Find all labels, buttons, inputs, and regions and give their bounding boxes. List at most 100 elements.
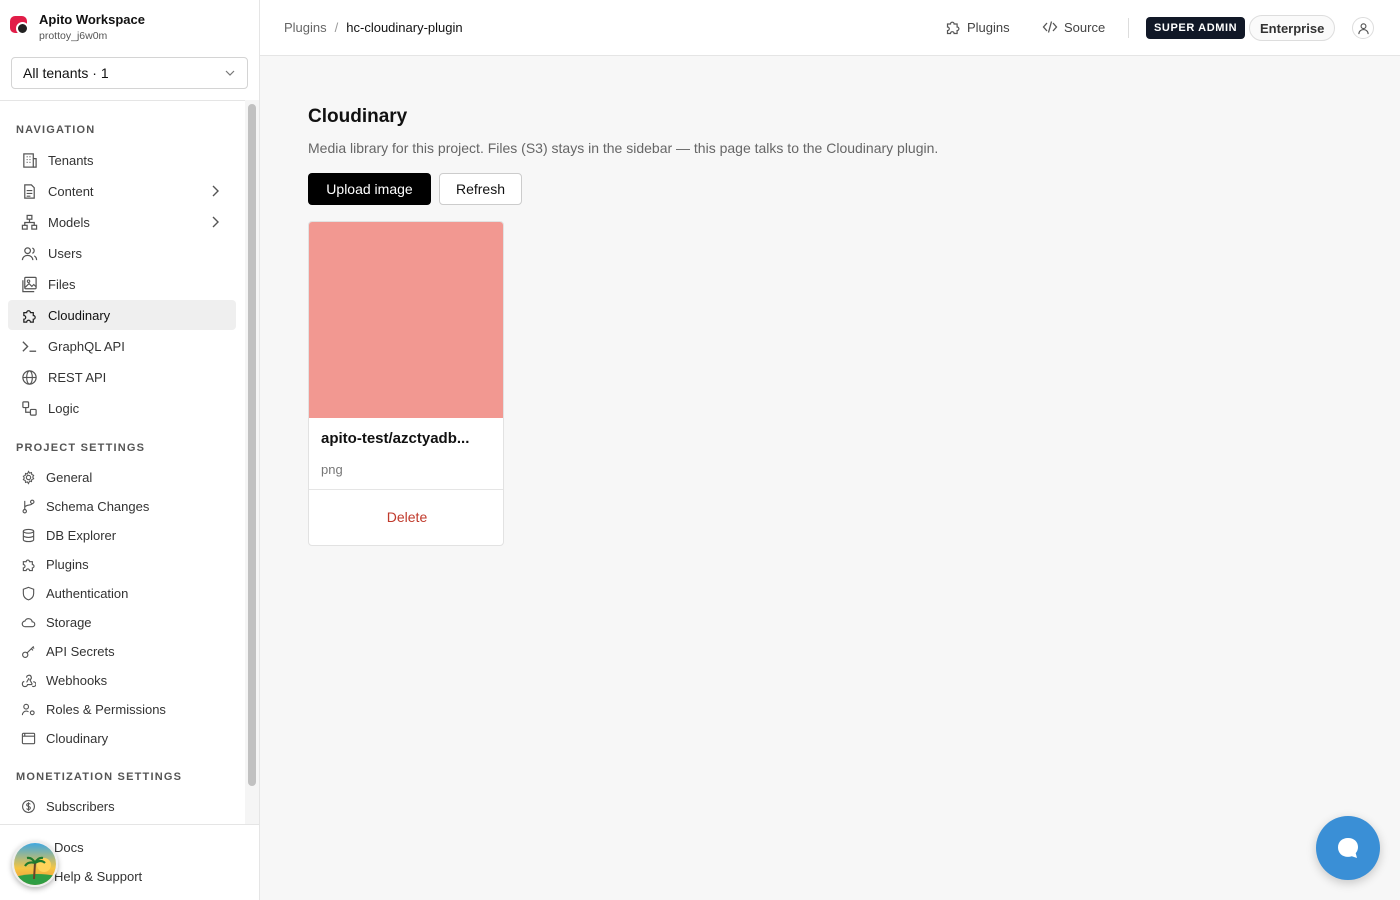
page-title: Cloudinary [308, 106, 408, 127]
settings-item-label: Cloudinary [46, 730, 109, 746]
sidebar-item-graphql-api[interactable]: GraphQL API [8, 331, 236, 361]
breadcrumb-plugins[interactable]: Plugins [284, 20, 327, 35]
sidebar-item-logic[interactable]: Logic [8, 393, 236, 423]
users-icon [20, 244, 38, 262]
settings-item-label: Roles & Permissions [46, 701, 166, 717]
globe-icon [20, 368, 38, 386]
building-icon [20, 151, 38, 169]
sidebar-item-label: Files [48, 276, 76, 292]
sidebar-item-label: Cloudinary [48, 307, 111, 323]
shield-icon [20, 585, 36, 601]
settings-item-label: General [46, 469, 93, 485]
refresh-button[interactable]: Refresh [439, 173, 522, 205]
sidebar-item-tenants[interactable]: Tenants [8, 145, 236, 175]
sidebar-item-users[interactable]: Users [8, 238, 236, 268]
code-icon [1042, 21, 1058, 33]
settings-item-api-secrets[interactable]: API Secrets [8, 638, 236, 664]
sidebar-item-label: GraphQL API [48, 338, 125, 354]
settings-item-roles-permissions[interactable]: Roles & Permissions [8, 696, 236, 722]
settings-item-label: Schema Changes [46, 498, 150, 514]
breadcrumb-current: hc-cloudinary-plugin [346, 20, 463, 35]
settings-item-authentication[interactable]: Authentication [8, 580, 236, 606]
sidebar-item-label: Models [48, 214, 90, 230]
breadcrumb: Plugins / hc-cloudinary-plugin [284, 20, 463, 35]
cloud-icon [20, 614, 36, 630]
tenant-select-value: All tenants · 1 [23, 65, 109, 81]
sidebar-item-label: Tenants [48, 152, 94, 168]
user-icon [1357, 22, 1369, 34]
plugins-link[interactable]: Plugins [945, 19, 1010, 35]
docs-link[interactable]: Docs [54, 840, 84, 855]
settings-item-plugins[interactable]: Plugins [8, 551, 236, 577]
navigation-section-title: NAVIGATION [16, 124, 96, 136]
settings-item-db-explorer[interactable]: DB Explorer [8, 522, 236, 548]
settings-item-label: Webhooks [46, 672, 108, 688]
sidebar-item-label: Logic [48, 400, 80, 416]
project-settings-section-title: PROJECT SETTINGS [16, 442, 146, 454]
settings-item-label: DB Explorer [46, 527, 117, 543]
avatar[interactable] [12, 841, 58, 887]
sidebar-scrollbar-thumb[interactable] [248, 104, 256, 786]
page-description: Media library for this project. Files (S… [308, 140, 939, 156]
chevron-right-icon[interactable] [208, 184, 222, 198]
settings-item-label: Subscribers [46, 798, 115, 814]
plan-badge[interactable]: Enterprise [1249, 15, 1336, 41]
user-menu[interactable] [1352, 17, 1374, 39]
sidebar-item-content[interactable]: Content [8, 176, 236, 206]
database-icon [20, 527, 36, 543]
workspace-name: Apito Workspace [39, 12, 145, 27]
workspace-user: prottoy_j6w0m [39, 30, 108, 42]
asset-card: apito-test/azctyadb... png Delete [308, 221, 504, 546]
workspace-logo [10, 16, 32, 42]
asset-name: apito-test/azctyadb... [321, 430, 470, 447]
sidebar-item-models[interactable]: Models [8, 207, 236, 237]
settings-item-webhooks[interactable]: Webhooks [8, 667, 236, 693]
chevron-down-icon [225, 70, 235, 76]
source-link-label: Source [1064, 19, 1106, 35]
dollar-icon [20, 798, 36, 814]
webhook-icon [20, 672, 36, 688]
chat-bubble-icon [1338, 838, 1358, 858]
monetization-section-title: MONETIZATION SETTINGS [16, 771, 183, 783]
role-badge: SUPER ADMIN [1146, 17, 1246, 39]
chat-launcher-button[interactable] [1316, 816, 1380, 880]
file-icon [20, 182, 38, 200]
card-divider [309, 489, 503, 490]
settings-item-label: Plugins [46, 556, 89, 572]
settings-item-subscribers[interactable]: Subscribers [8, 793, 236, 819]
puzzle-icon [20, 556, 36, 572]
source-link[interactable]: Source [1042, 19, 1105, 35]
topbar-divider [1128, 18, 1129, 38]
settings-item-label: Storage [46, 614, 92, 630]
terminal-icon [20, 337, 38, 355]
workspace-switcher[interactable]: Apito Workspace prottoy_j6w0m [10, 10, 250, 46]
puzzle-icon [946, 21, 960, 35]
settings-item-schema-changes[interactable]: Schema Changes [8, 493, 236, 519]
puzzle-icon [20, 306, 38, 324]
sidebar-item-files[interactable]: Files [8, 269, 236, 299]
workflow-icon [20, 399, 38, 417]
sidebar-item-rest-api[interactable]: REST API [8, 362, 236, 392]
sidebar-item-cloudinary[interactable]: Cloudinary [8, 300, 236, 330]
settings-item-cloudinary[interactable]: Cloudinary [8, 725, 236, 751]
upload-image-button[interactable]: Upload image [308, 173, 431, 205]
key-icon [20, 643, 36, 659]
chevron-right-icon[interactable] [208, 215, 222, 229]
settings-item-storage[interactable]: Storage [8, 609, 236, 635]
gear-icon [20, 469, 36, 485]
sidebar-item-label: Content [48, 183, 94, 199]
delete-button[interactable]: Delete [309, 509, 503, 525]
window-icon [20, 730, 36, 746]
branch-icon [20, 498, 36, 514]
breadcrumb-separator: / [334, 20, 339, 35]
roles-icon [20, 701, 36, 717]
asset-thumbnail[interactable] [309, 222, 503, 418]
settings-item-label: Authentication [46, 585, 129, 601]
help-support-link[interactable]: Help & Support [54, 869, 142, 884]
plugins-link-label: Plugins [967, 19, 1010, 35]
settings-item-general[interactable]: General [8, 464, 236, 490]
sidebar: Apito Workspace prottoy_j6w0m All tenant… [0, 0, 260, 900]
hierarchy-icon [20, 213, 38, 231]
sidebar-item-label: Users [48, 245, 82, 261]
tenant-select[interactable]: All tenants · 1 [11, 57, 248, 89]
